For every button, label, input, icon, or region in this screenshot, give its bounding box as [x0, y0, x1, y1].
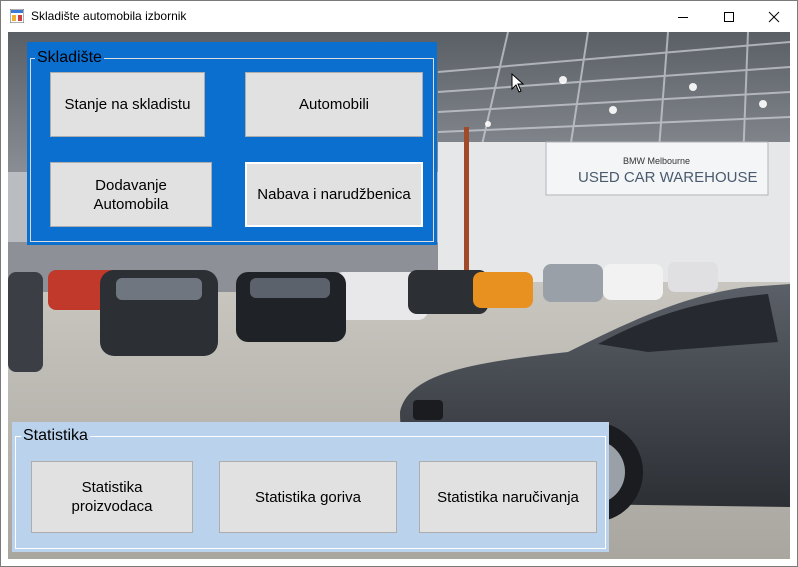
fuel-stats-button[interactable]: Statistika goriva [219, 461, 397, 533]
close-button[interactable] [751, 1, 797, 32]
sign-brand-text: BMW Melbourne [623, 156, 690, 166]
procurement-order-button[interactable]: Nabava i narudžbenica [244, 161, 424, 228]
cars-button-label: Automobili [298, 96, 370, 113]
close-icon [768, 11, 780, 22]
order-stats-button-label: Statistika naručivanja [437, 488, 579, 506]
warehouse-groupbox: Skladište Stanje na skladistu Automobili… [27, 42, 437, 245]
title-bar[interactable]: Skladište automobila izbornik [1, 1, 797, 32]
cars-button[interactable]: Automobili [245, 72, 423, 137]
statistics-groupbox: Statistika Statistika proizvodaca Statis… [12, 422, 609, 552]
minimize-icon [678, 16, 688, 18]
sign-title-text: USED CAR WAREHOUSE [578, 169, 757, 186]
add-car-button[interactable]: Dodavanje Automobila [50, 162, 212, 227]
window-title: Skladište automobila izbornik [31, 9, 187, 23]
stock-button[interactable]: Stanje na skladistu [50, 72, 205, 137]
form-client-area: BMW Melbourne USED CAR WAREHOUSE Skladiš… [8, 32, 790, 559]
order-stats-button[interactable]: Statistika naručivanja [419, 461, 597, 533]
maximize-icon [724, 11, 734, 22]
minimize-button[interactable] [660, 1, 706, 32]
procurement-order-button-label: Nabava i narudžbenica [257, 186, 411, 203]
statistics-group-label: Statistika [21, 427, 90, 445]
main-window: Skladište automobila izbornik BMW Melbou… [0, 0, 798, 567]
manufacturer-stats-button-label: Statistika proizvodaca [71, 479, 153, 515]
warehouse-group-label: Skladište [35, 49, 104, 67]
app-icon [10, 9, 24, 23]
add-car-button-label: Dodavanje Automobila [93, 176, 169, 213]
stock-button-label: Stanje na skladistu [64, 96, 191, 113]
manufacturer-stats-button[interactable]: Statistika proizvodaca [31, 461, 193, 533]
mouse-cursor-icon [511, 73, 525, 93]
fuel-stats-button-label: Statistika goriva [255, 488, 361, 506]
maximize-button[interactable] [706, 1, 752, 32]
